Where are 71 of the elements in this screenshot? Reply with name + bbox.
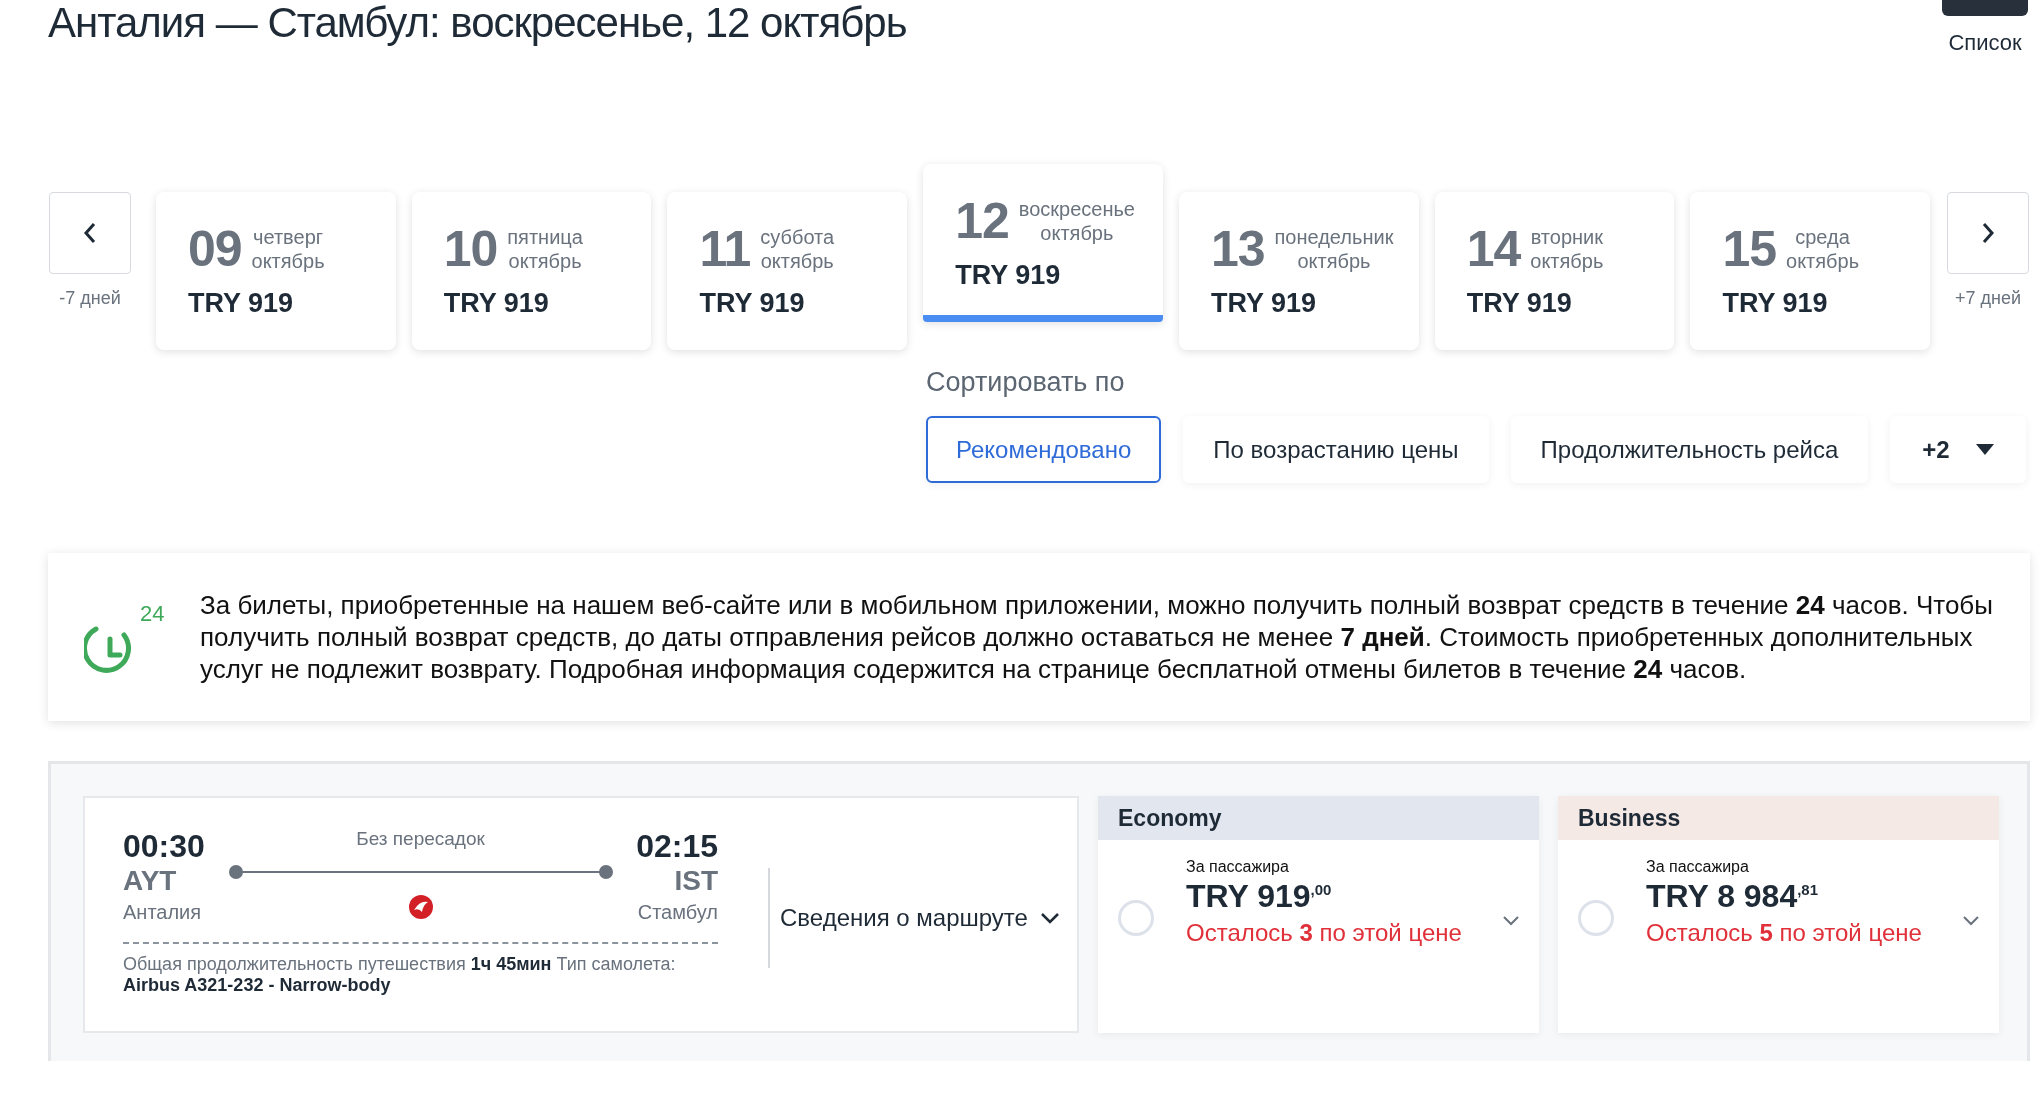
seats-left-text: Осталось 3 по этой цене	[1186, 919, 1463, 947]
fare-price: TRY 919$^{,00}$	[1186, 878, 1333, 915]
day-number: 11	[699, 220, 751, 278]
month-label: октябрь	[760, 249, 835, 273]
month-label: октябрь	[1296, 249, 1372, 273]
sort-option[interactable]: Продолжительность рейса	[1510, 416, 1869, 483]
arrival-airport-code: IST	[674, 865, 718, 897]
stops-label: Без пересадок	[356, 828, 485, 850]
month-label: октябрь	[251, 249, 325, 273]
chevron-left-icon	[82, 222, 97, 244]
month-label: октябрь	[1530, 249, 1604, 273]
sort-option[interactable]: Рекомендовано	[926, 416, 1162, 483]
date-price: TRY 919	[955, 260, 1061, 291]
day-number: 14	[1466, 220, 1521, 278]
day-number: 10	[443, 220, 498, 278]
weekday-label: вторник	[1530, 225, 1604, 249]
sort-option[interactable]: По возрастанию цены	[1183, 416, 1489, 483]
fare-radio[interactable]	[1578, 900, 1614, 936]
next-week-label: +7 дней	[1955, 288, 2022, 309]
cabin-name: Economy	[1118, 804, 1222, 832]
route-line-icon	[227, 864, 614, 880]
weekday-label: четверг	[252, 225, 325, 249]
month-label: октябрь	[1786, 249, 1860, 273]
weekday-label: пятница	[507, 225, 583, 249]
page-title: Анталия — Стамбул: воскресенье, 12 октябрь	[48, 0, 907, 48]
per-passenger-label: За пассажира	[1646, 858, 1750, 876]
previous-week-label: -7 дней	[59, 288, 121, 309]
airline-logo-icon	[407, 894, 434, 920]
weekday-label: воскресенье	[1018, 197, 1135, 221]
route-details-button[interactable]: Сведения о маршруте	[768, 868, 1060, 968]
day-number: 13	[1210, 220, 1265, 278]
chevron-right-icon	[1981, 222, 1996, 244]
more-sort-dropdown[interactable]: +2	[1890, 416, 2026, 483]
departure-time: 00:30	[123, 828, 205, 865]
arrival-city: Стамбул	[637, 901, 718, 924]
previous-week-button[interactable]	[48, 192, 131, 274]
weekday-label: понедельник	[1274, 225, 1394, 249]
list-view-label: Список	[1948, 30, 2022, 56]
chevron-down-icon	[1039, 912, 1060, 924]
day-number: 12	[955, 192, 1009, 250]
departure-airport-code: AYT	[123, 865, 178, 897]
day-number: 09	[187, 220, 242, 278]
cabin-name: Business	[1578, 804, 1681, 832]
seats-left-text: Осталось 5 по этой цене	[1646, 919, 1923, 947]
date-price: TRY 919	[1466, 288, 1572, 319]
flight-summary: Общая продолжительность путешествия 1ч 45мин Тип самолета: Airbus A321-232 - Narrow-body	[123, 942, 718, 996]
per-passenger-label: За пассажира	[1186, 858, 1290, 876]
date-price: TRY 919	[1722, 288, 1828, 319]
sort-label: Сортировать по	[926, 367, 1125, 397]
date-price: TRY 919	[443, 288, 549, 319]
date-price: TRY 919	[699, 288, 805, 319]
date-price: TRY 919	[1210, 288, 1316, 319]
fare-card[interactable]: Business За пассажира TRY 8 984$^{,81}$ Осталось 5 по этой цене	[1558, 796, 1999, 1033]
month-label: октябрь	[507, 249, 583, 273]
caret-down-icon	[1975, 444, 1994, 455]
weekday-label: среда	[1794, 225, 1851, 249]
departure-city: Анталия	[123, 901, 203, 924]
next-week-button[interactable]	[1947, 192, 2030, 274]
list-view-button[interactable]	[1942, 0, 2028, 16]
chevron-down-icon[interactable]	[1503, 916, 1519, 926]
arrival-time: 02:15	[636, 828, 718, 865]
fare-price: TRY 8 984$^{,81}$	[1646, 878, 1820, 915]
fare-card[interactable]: Economy За пассажира TRY 919$^{,00}$ Осталось 3 по этой цене	[1098, 796, 1539, 1033]
day-number: 15	[1722, 220, 1776, 278]
weekday-label: суббота	[760, 225, 835, 249]
month-label: октябрь	[1039, 221, 1115, 245]
refund-notice-text: За билеты, приобретенные на нашем веб-сайте или в мобильном приложении, можно получить полный возврат средств в течение 24 часов. Чтобы получить полный возврат средств, до даты отправления рейсов должно оставаться не менее 7 дней. Стоимость приобретенных дополнительных услуг не подлежит возврату. Подробная информация содержится на странице бесплатной отмены билетов в течение 24 часов.	[200, 589, 1994, 685]
fare-radio[interactable]	[1118, 900, 1154, 936]
hours-label: 24	[140, 601, 165, 627]
chevron-down-icon[interactable]	[1963, 916, 1979, 926]
date-price: TRY 919	[187, 288, 293, 319]
